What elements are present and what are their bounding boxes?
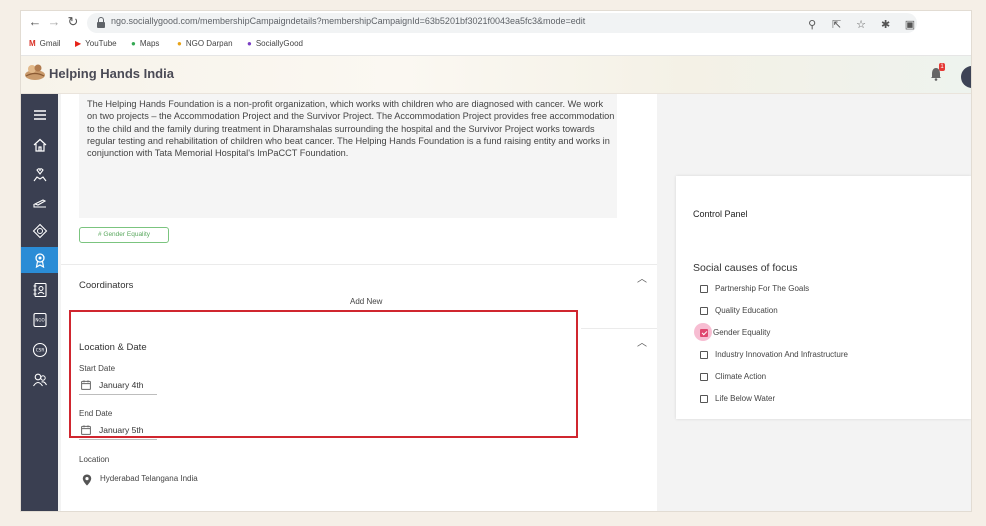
cause-tag[interactable]: # Gender Equality [79, 227, 169, 243]
notification-badge: 1 [939, 63, 945, 71]
checkbox[interactable] [700, 307, 708, 315]
extensions-puzzle-icon[interactable]: ✱ [879, 18, 893, 31]
end-date-value: January 5th [99, 425, 144, 435]
cause-label: Gender Equality [713, 328, 771, 337]
campaign-details-card: The Helping Hands Foundation is a non-pr… [61, 94, 657, 511]
back-arrow-icon[interactable]: ← [27, 14, 43, 30]
zoom-icon[interactable]: ⚲ [805, 18, 819, 31]
start-date-field[interactable]: January 4th [79, 378, 157, 395]
bookmark-star-icon[interactable]: ☆ [854, 18, 868, 31]
sidebar-item-team[interactable] [21, 367, 58, 393]
forward-arrow-icon[interactable]: → [46, 14, 62, 30]
app-title: Helping Hands India [49, 66, 174, 81]
section-divider [61, 264, 657, 265]
cause-label: Quality Education [715, 306, 778, 315]
control-panel-title: Control Panel [693, 209, 748, 219]
reload-icon[interactable]: ↻ [65, 14, 81, 30]
svg-text:NGO: NGO [35, 318, 44, 323]
hamburger-menu-icon [33, 110, 46, 120]
award-ribbon-icon [34, 253, 45, 268]
sidebar-item-ngo[interactable]: NGO [21, 307, 58, 333]
maps-pin-icon: ● [131, 39, 136, 48]
lock-icon [97, 17, 105, 28]
coordinators-title: Coordinators [79, 280, 134, 291]
cause-label: Climate Action [715, 372, 767, 381]
description-box: The Helping Hands Foundation is a non-pr… [79, 94, 617, 218]
section-divider [581, 328, 657, 329]
checkbox[interactable] [700, 395, 708, 403]
address-bar[interactable]: ngo.sociallygood.com/membershipCampaignd… [87, 13, 917, 33]
campaign-description: The Helping Hands Foundation is a non-pr… [87, 99, 615, 159]
sociallygood-icon: ● [247, 39, 252, 48]
contacts-book-icon [33, 282, 47, 298]
location-label: Location [79, 455, 110, 464]
app-header: Helping Hands India 1 [21, 56, 971, 94]
checkbox[interactable] [700, 351, 708, 359]
menu-toggle-button[interactable] [21, 102, 58, 128]
sidebar-item-csr[interactable]: CSR [21, 337, 58, 363]
csr-circle-icon: CSR [32, 342, 47, 358]
calendar-icon [81, 380, 91, 390]
browser-window: ← → ↻ ngo.sociallygood.com/membershipCam… [20, 10, 972, 512]
main-content: The Helping Hands Foundation is a non-pr… [58, 94, 971, 511]
sidebar-item-campaigns[interactable] [21, 190, 58, 216]
location-date-title: Location & Date [79, 342, 147, 353]
megaphone-icon [32, 199, 46, 208]
start-date-value: January 4th [99, 380, 144, 390]
gmail-icon: M [29, 39, 36, 48]
bookmark-youtube[interactable]: ▶ YouTube [75, 39, 117, 48]
chevron-up-icon[interactable]: ︿ [637, 270, 647, 285]
start-date-label: Start Date [79, 364, 116, 373]
side-panel-icon[interactable]: ▣ [903, 18, 917, 31]
home-icon [33, 138, 46, 152]
browser-toolbar: ← → ↻ ngo.sociallygood.com/membershipCam… [21, 11, 971, 35]
cause-label: Industry Innovation And Infrastructure [715, 350, 848, 359]
helping-hands-logo-icon [25, 64, 45, 80]
svg-text:CSR: CSR [35, 348, 44, 353]
checkbox[interactable] [700, 373, 708, 381]
ngo-darpan-icon: ● [177, 39, 182, 48]
sidebar-item-memberships[interactable] [21, 247, 58, 273]
calendar-icon [81, 425, 91, 435]
checkbox[interactable] [700, 285, 708, 293]
bookmarks-bar: M Gmail ▶ YouTube ● Maps ● NGO Darpan ● Socia… [21, 35, 971, 56]
user-avatar[interactable] [961, 66, 971, 88]
url-text[interactable]: ngo.sociallygood.com/membershipCampaignd… [111, 16, 585, 26]
social-causes-heading: Social causes of focus [693, 262, 798, 274]
address-bar-actions: ⚲ ⇱ ☆ ✱ ▣ [799, 15, 917, 33]
bookmark-ngo-darpan[interactable]: ● NGO Darpan [177, 39, 233, 48]
sidebar-item-home[interactable] [21, 132, 58, 158]
bookmark-maps[interactable]: ● Maps [131, 39, 159, 48]
location-date-highlight-box [69, 310, 578, 438]
sidebar-item-contacts[interactable] [21, 277, 58, 303]
cause-label: Life Below Water [715, 394, 776, 403]
badge-star-icon [32, 223, 47, 239]
cause-label: Partnership For The Goals [715, 284, 810, 293]
location-value: Hyderabad Telangana India [100, 474, 198, 483]
end-date-label: End Date [79, 409, 113, 418]
location-pin-icon [82, 474, 92, 486]
sidebar-item-volunteer[interactable] [21, 162, 58, 188]
sidebar-item-events[interactable] [21, 218, 58, 244]
control-panel: Control Panel Social causes of focus Par… [676, 176, 971, 419]
sidebar: NGO CSR [21, 94, 58, 511]
users-group-icon [32, 373, 47, 387]
hands-heart-icon [33, 168, 46, 182]
ngo-document-icon: NGO [32, 312, 47, 328]
add-new-coordinator-link[interactable]: Add New [350, 297, 382, 306]
end-date-field[interactable]: January 5th [79, 423, 157, 440]
checkbox-checked[interactable] [700, 329, 708, 337]
bookmark-sociallygood[interactable]: ● SociallyGood [247, 39, 303, 48]
youtube-icon: ▶ [75, 39, 82, 48]
chevron-up-icon[interactable]: ︿ [637, 334, 647, 349]
bookmark-gmail[interactable]: M Gmail [29, 39, 61, 48]
share-icon[interactable]: ⇱ [830, 18, 844, 31]
